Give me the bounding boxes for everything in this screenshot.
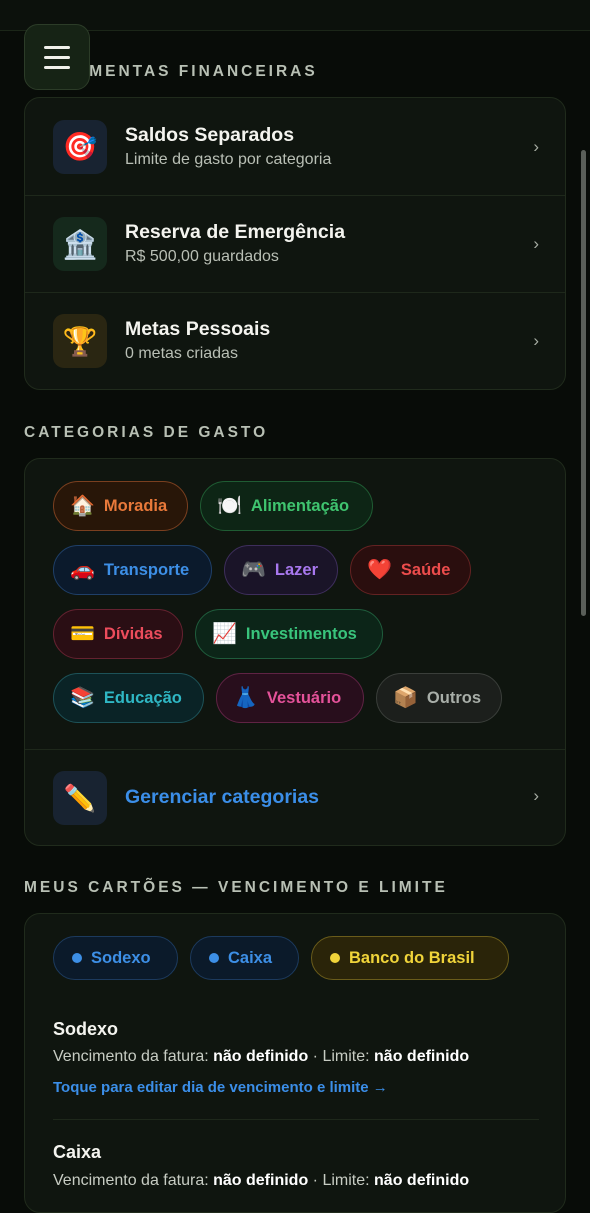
chip-label: Moradia [103,496,168,515]
hamburger-icon-line [44,55,70,59]
section-title-categories: CATEGORIAS DE GASTO [24,424,269,441]
section-title-cards: MEUS CARTÕES — VENCIMENTO E LIMITE [24,879,448,896]
house-icon: 🏠 [70,495,95,517]
tool-subtitle: 0 metas criadas [125,345,238,362]
card-tab-sodexo[interactable]: Sodexo [53,936,178,980]
hamburger-icon-line [44,45,70,49]
tool-subtitle: R$ 500,00 guardados [125,248,279,265]
manage-categories-label: Gerenciar categorias [125,786,320,808]
category-chip-vestuario[interactable]: 👗 Vestuário [216,673,364,723]
chevron-right-icon: › [533,234,539,253]
chip-label: Transporte [103,560,190,579]
dot-icon [209,953,219,963]
tool-title: Metas Pessoais [125,318,271,340]
chip-label: Outros [426,688,481,707]
category-chip-saude[interactable]: ❤️ Saúde [350,545,471,595]
chip-label: Dívidas [103,624,163,643]
heart-icon: ❤️ [367,559,392,581]
menu-button[interactable] [24,24,90,90]
hamburger-icon-line [44,65,70,69]
dot-icon [72,953,82,963]
chevron-right-icon: › [533,331,539,350]
category-chip-investimentos[interactable]: 📈 Investimentos [195,609,383,659]
category-chip-transporte[interactable]: 🚗 Transporte [53,545,212,595]
category-chip-alimentacao[interactable]: 🍽️ Alimentação [200,481,373,531]
plate-icon: 🍽️ [217,495,242,517]
books-icon: 📚 [70,687,95,709]
bank-icon: 🏦 [53,217,107,271]
credit-cards-card: Sodexo Caixa Banco do Brasil Sodexo Venc… [24,913,566,1213]
tool-row-saldos[interactable]: 🎯 Saldos Separados Limite de gasto por c… [25,98,565,195]
scrollbar[interactable] [581,150,586,616]
card-name: Sodexo [53,1019,119,1039]
pencil-icon: ✏️ [53,771,107,825]
chip-label: Alimentação [250,496,350,515]
tools-card: 🎯 Saldos Separados Limite de gasto por c… [24,97,566,390]
section-title-tools: AMENTAS FINANCEIRAS [75,63,318,80]
car-icon: 🚗 [70,559,95,581]
chart-up-icon: 📈 [212,623,237,645]
card-details: Vencimento da fatura: não definido · Lim… [53,1048,470,1065]
dot-icon [330,953,340,963]
gamepad-icon: 🎮 [241,559,266,581]
chip-label: Saúde [400,560,451,579]
package-icon: 📦 [393,687,418,709]
chip-label: Educação [103,688,182,707]
trophy-icon: 🏆 [53,314,107,368]
target-icon: 🎯 [53,119,107,174]
tool-subtitle: Limite de gasto por categoria [125,150,332,168]
credit-card-icon: 💳 [70,623,95,645]
card-name: Caixa [53,1142,102,1162]
dress-icon: 👗 [233,687,258,709]
manage-categories-row[interactable]: ✏️ Gerenciar categorias › [25,749,565,845]
chip-label: Vestuário [266,688,342,707]
top-bar [0,0,590,31]
category-chip-moradia[interactable]: 🏠 Moradia [53,481,188,531]
chevron-right-icon: › [533,786,539,805]
tool-title: Reserva de Emergência [125,221,346,243]
tab-label: Caixa [228,948,273,967]
chip-label: Investimentos [245,624,357,643]
category-chip-dividas[interactable]: 💳 Dívidas [53,609,183,659]
category-chip-outros[interactable]: 📦 Outros [376,673,502,723]
card-details: Vencimento da fatura: não definido · Lim… [53,1172,470,1189]
tab-label: Banco do Brasil [349,948,475,967]
tab-label: Sodexo [91,948,151,967]
category-chip-educacao[interactable]: 📚 Educação [53,673,204,723]
card-tab-banco-do-brasil[interactable]: Banco do Brasil [311,936,509,980]
chip-label: Lazer [274,560,319,579]
categories-card: 🏠 Moradia 🍽️ Alimentação 🚗 Transporte 🎮 … [24,458,566,846]
card-tab-caixa[interactable]: Caixa [190,936,299,980]
edit-card-link[interactable]: Toque para editar dia de vencimento e li… [53,1079,388,1096]
divider [53,1119,539,1120]
chevron-right-icon: › [533,136,539,156]
tool-row-reserva[interactable]: 🏦 Reserva de Emergência R$ 500,00 guarda… [25,195,565,292]
tool-title: Saldos Separados [125,123,295,146]
tool-row-metas[interactable]: 🏆 Metas Pessoais 0 metas criadas › [25,292,565,389]
category-chip-lazer[interactable]: 🎮 Lazer [224,545,338,595]
